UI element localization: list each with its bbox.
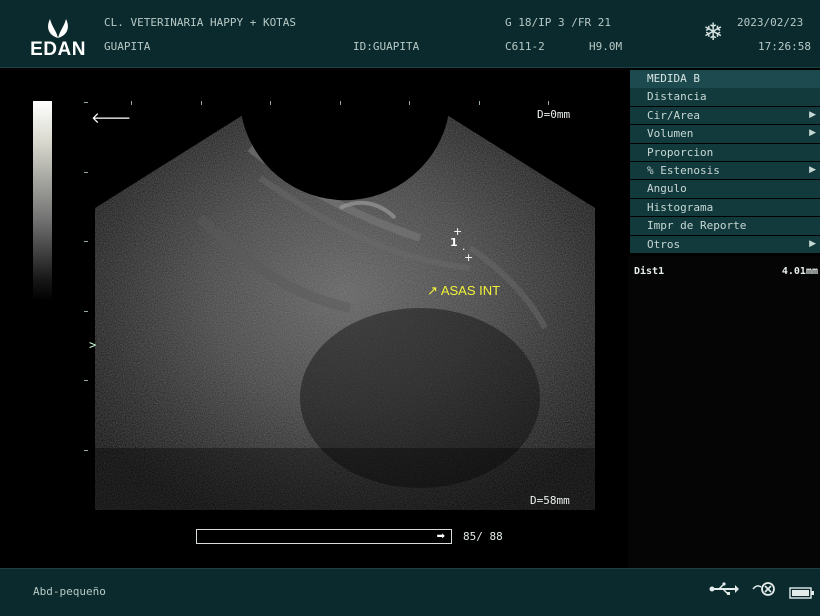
exam-date: 2023/02/23: [737, 16, 804, 29]
measurement-results: Dist1 4.01mm: [628, 256, 820, 568]
menu-item-label: Proporcion: [647, 145, 714, 159]
submenu-arrow-icon: ▶: [809, 238, 816, 249]
cine-play-icon[interactable]: ➡: [437, 531, 445, 542]
lateral-tick: [548, 101, 549, 105]
patient-name: GUAPITA: [104, 40, 151, 53]
menu-item-label: Distancia: [647, 90, 707, 104]
depth-tick: [84, 102, 88, 103]
lateral-tick: [270, 101, 271, 105]
cine-progress-bar[interactable]: ➡: [196, 529, 452, 544]
lateral-tick: [340, 101, 341, 105]
grayscale-bar: [33, 101, 52, 301]
menu-item-label: % Estenosis: [647, 163, 720, 177]
depth-top-label: D=0mm: [537, 108, 571, 121]
lateral-tick: [201, 101, 202, 105]
lateral-tick: [131, 101, 132, 105]
exam-time: 17:26:58: [758, 40, 811, 53]
patient-id: ID:GUAPITA: [353, 40, 420, 53]
measure-menu: MEDIDA B Distancia Cir/Area ▶ Volumen ▶ …: [630, 70, 820, 254]
lateral-tick: [409, 101, 410, 105]
depth-tick: [84, 241, 88, 242]
clinic-name: CL. VETERINARIA HAPPY + KOTAS: [104, 16, 297, 29]
usb-icon: [709, 581, 739, 600]
leaf-logo-icon: [48, 18, 68, 38]
header-bar: EDAN CL. VETERINARIA HAPPY + KOTAS GUAPI…: [0, 0, 820, 68]
menu-item-otros[interactable]: Otros ▶: [630, 235, 820, 254]
brand-name: EDAN: [30, 39, 86, 60]
caliper-end-cross[interactable]: +: [464, 251, 473, 264]
image-params: G 18/IP 3 /FR 21: [505, 16, 611, 29]
left-arrow-icon: 🡐: [91, 109, 132, 127]
menu-item-label: Cir/Area: [647, 108, 700, 122]
cine-frame-counter: 85/ 88: [463, 530, 503, 543]
depth-tick: [84, 172, 88, 173]
submenu-arrow-icon: ▶: [809, 128, 816, 139]
submenu-arrow-icon: ▶: [809, 164, 816, 175]
menu-item-label: Impr de Reporte: [647, 219, 747, 233]
annotation-text[interactable]: ↗ ASAS INT: [427, 283, 500, 299]
caliper-label: 1: [450, 236, 458, 249]
depth-tick: [84, 311, 88, 312]
menu-item-label: Otros: [647, 237, 681, 251]
menu-item-histograma[interactable]: Histograma: [630, 198, 820, 217]
menu-item-impr-reporte[interactable]: Impr de Reporte: [630, 217, 820, 235]
menu-item-distancia[interactable]: Distancia: [630, 88, 820, 106]
snowflake-icon[interactable]: ❄: [703, 20, 723, 44]
menu-item-label: Volumen: [647, 127, 694, 141]
menu-item-proporcion[interactable]: Proporcion: [630, 143, 820, 162]
frequency: H9.0M: [589, 40, 623, 53]
annotation-arrow-icon: ↗: [427, 283, 438, 298]
ultrasound-image: [95, 114, 595, 510]
result-label: Dist1: [634, 266, 665, 277]
battery-icon: [789, 584, 815, 603]
submenu-arrow-icon: ▶: [809, 109, 816, 120]
network-icon: [752, 580, 778, 602]
menu-item-label: Angulo: [647, 182, 687, 196]
menu-item-angulo[interactable]: Angulo: [630, 180, 820, 198]
menu-title: MEDIDA B: [630, 70, 820, 88]
menu-item-estenosis[interactable]: % Estenosis ▶: [630, 161, 820, 180]
status-bar: Abd-pequeño: [0, 568, 820, 616]
lateral-tick: [479, 101, 480, 105]
ultrasound-image-area[interactable]: 🡐 > D=0mm D=58mm + 1 . + ↗ ASAS INT: [0, 68, 627, 568]
menu-item-label: Histograma: [647, 200, 714, 214]
edan-logo: EDAN: [22, 17, 94, 61]
annotation-label: ASAS INT: [440, 283, 501, 298]
depth-tick: [84, 450, 88, 451]
probe-model: C611-2: [505, 40, 545, 53]
exam-preset: Abd-pequeño: [33, 585, 106, 598]
menu-item-volumen[interactable]: Volumen ▶: [630, 125, 820, 143]
result-value: 4.01mm: [781, 266, 818, 277]
depth-tick: [84, 380, 88, 381]
depth-bottom-label: D=58mm: [530, 494, 570, 507]
menu-item-cir-area[interactable]: Cir/Area ▶: [630, 106, 820, 125]
focus-marker: >: [89, 338, 97, 352]
